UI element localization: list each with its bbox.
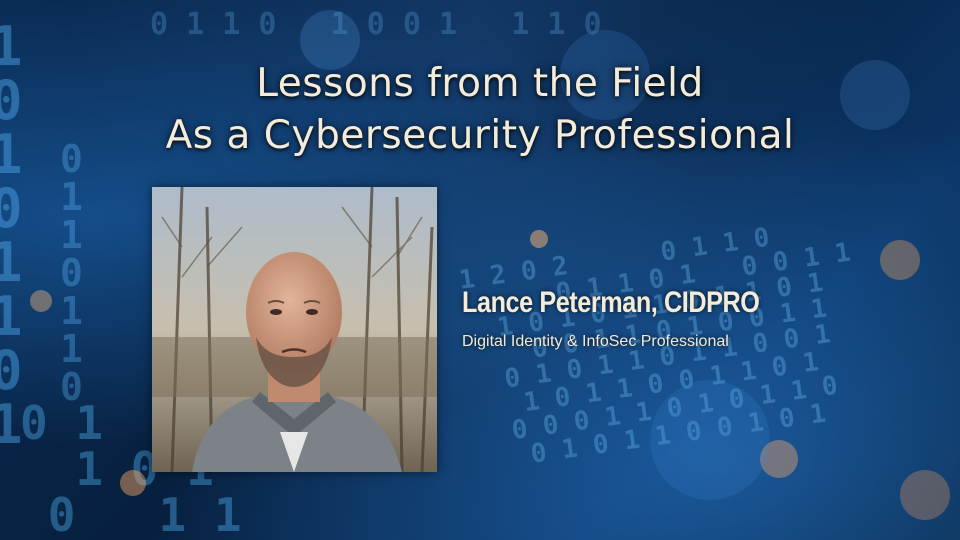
speaker-photo [152, 187, 437, 472]
bokeh-light [880, 240, 920, 280]
speaker-portrait-image [152, 187, 437, 472]
slide-title-line-2: As a Cybersecurity Professional [165, 113, 795, 158]
bokeh-light [30, 290, 52, 312]
slide-title-line-1: Lessons from the Field [256, 61, 704, 106]
binary-digits-top: 0 1 1 0 1 0 0 1 1 1 0 [150, 7, 602, 42]
bokeh-light [900, 470, 950, 520]
speaker-name: Lance Peterman, CIDPRO [462, 286, 760, 319]
bokeh-light [650, 380, 770, 500]
slide-title: Lessons from the Field As a Cybersecurit… [0, 58, 960, 162]
speaker-title: Digital Identity & InfoSec Professional [462, 333, 729, 350]
binary-digits-left-2: 0 1 1 0 1 1 0 [60, 137, 83, 409]
bokeh-light [530, 230, 548, 248]
bokeh-light [120, 470, 146, 496]
